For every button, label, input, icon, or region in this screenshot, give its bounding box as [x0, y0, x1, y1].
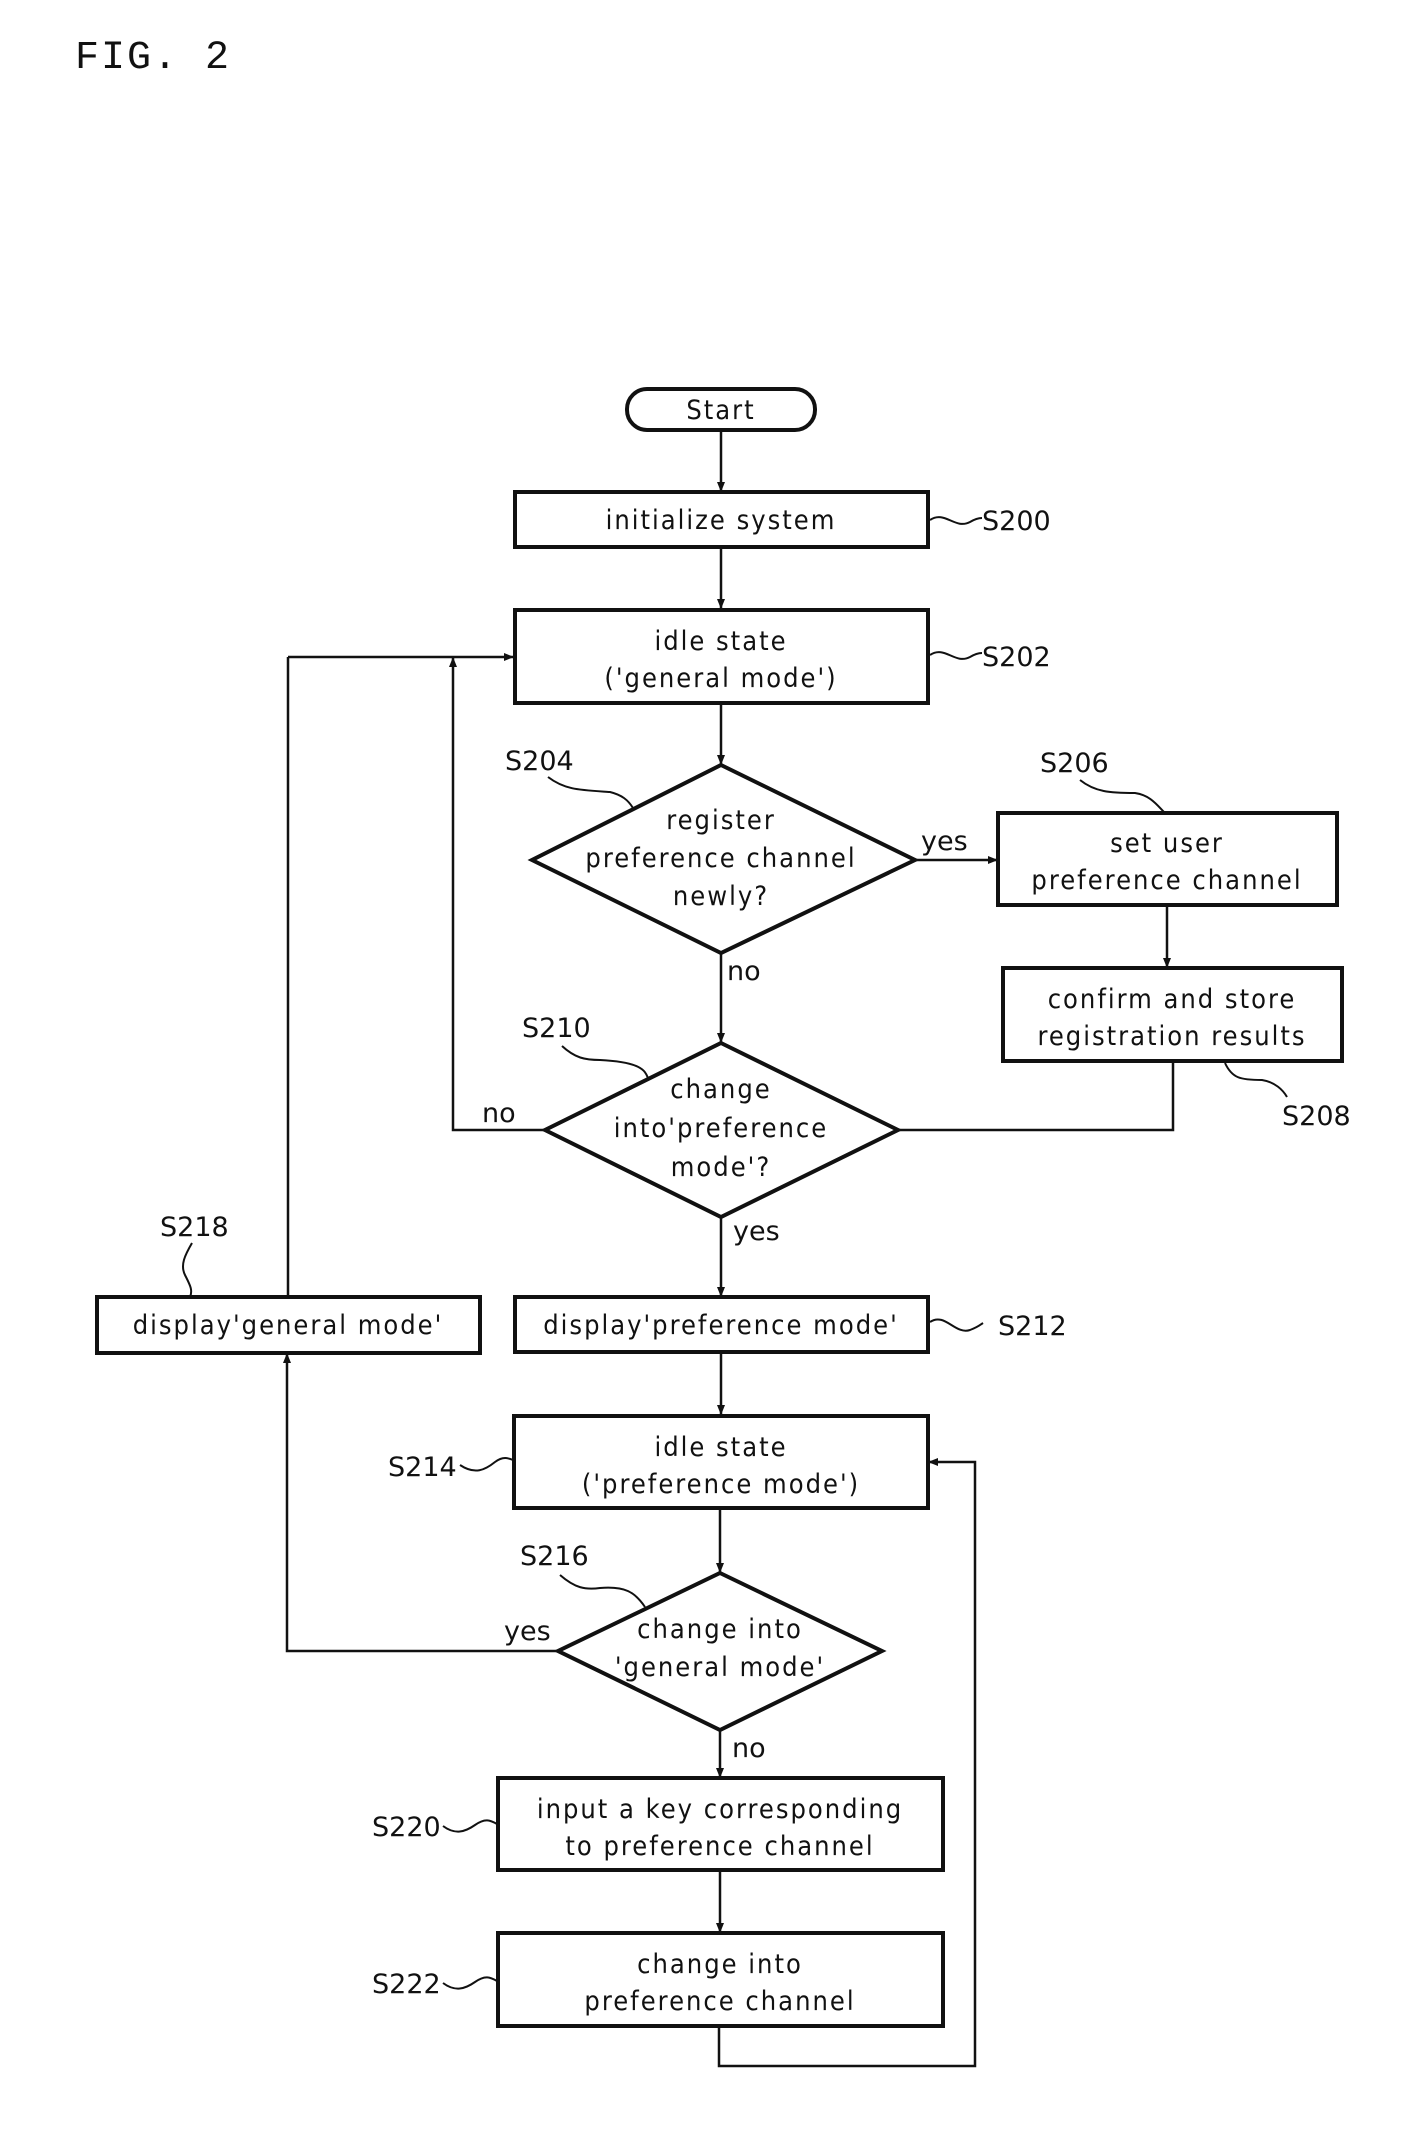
- step-s214-idle-preference: idle state ('preference mode') S214: [388, 1414, 930, 1510]
- step-s200-initialize-system: initialize system S200: [513, 490, 1051, 549]
- branch-yes-label: yes: [733, 1216, 780, 1247]
- ref-label-s202: S202: [982, 642, 1051, 673]
- step-s206-set-user-preference: set user preference channel S206: [996, 748, 1339, 907]
- ref-label-s222: S222: [372, 1969, 441, 2000]
- decision-s210-change-preference-mode: change into'preference mode'? S210 no ye…: [482, 1013, 903, 1247]
- step-text: ('general mode'): [604, 663, 837, 694]
- step-s220-input-key: input a key corresponding to preference …: [372, 1776, 945, 1872]
- decision-s204-register-newly: register preference channel newly? S204 …: [505, 746, 968, 987]
- leader-line: [561, 1045, 649, 1079]
- flowchart: Start initialize system S200 idle state …: [95, 387, 1351, 2068]
- branch-yes-label: yes: [504, 1616, 551, 1647]
- ref-label-s214: S214: [388, 1452, 457, 1483]
- step-s212-display-preference-mode: display'preference mode' S212: [513, 1295, 1067, 1354]
- step-text: initialize system: [606, 505, 837, 536]
- decision-text: into'preference: [614, 1113, 829, 1144]
- step-text: to preference channel: [565, 1831, 874, 1862]
- step-s202-idle-general: idle state ('general mode') S202: [513, 608, 1051, 705]
- start-label: Start: [686, 395, 755, 426]
- ref-label-s200: S200: [982, 506, 1051, 537]
- step-text: confirm and store: [1048, 984, 1297, 1015]
- step-text: ('preference mode'): [582, 1469, 860, 1500]
- leader-line: [547, 776, 634, 809]
- leader-line: [1079, 779, 1166, 814]
- leader-line: [182, 1242, 193, 1298]
- leader-line: [442, 1976, 498, 1990]
- leader-line: [929, 516, 983, 525]
- ref-label-s220: S220: [372, 1812, 441, 1843]
- step-text: preference channel: [1031, 865, 1302, 896]
- step-text: registration results: [1037, 1021, 1306, 1052]
- step-text: preference channel: [584, 1986, 855, 2017]
- line-s208-to-s210: [898, 1061, 1175, 1132]
- step-text: change into: [637, 1949, 803, 1980]
- step-s208-confirm-store: confirm and store registration results S…: [1001, 966, 1351, 1132]
- ref-label-s216: S216: [520, 1541, 589, 1572]
- ref-label-s218: S218: [160, 1212, 229, 1243]
- step-text: input a key corresponding: [537, 1794, 903, 1825]
- decision-text: change into: [637, 1614, 803, 1645]
- step-text: idle state: [654, 626, 787, 657]
- leader-line: [929, 651, 983, 660]
- leader-line: [459, 1457, 514, 1472]
- branch-yes-label: yes: [921, 826, 968, 857]
- decision-text: change: [670, 1074, 771, 1105]
- ref-label-s206: S206: [1040, 748, 1109, 779]
- leader-line: [559, 1574, 646, 1608]
- arrow-s210-no-to-s202: [449, 657, 545, 1132]
- step-text: idle state: [654, 1432, 787, 1463]
- step-text: set user: [1110, 828, 1224, 859]
- decision-text: mode'?: [671, 1152, 771, 1183]
- start-terminal: Start: [625, 387, 817, 432]
- ref-label-s210: S210: [522, 1013, 591, 1044]
- ref-label-s204: S204: [505, 746, 574, 777]
- decision-text: preference channel: [585, 843, 856, 874]
- leader-line: [1224, 1062, 1288, 1098]
- branch-no-label: no: [482, 1098, 516, 1129]
- decision-text: newly?: [673, 881, 769, 912]
- decision-text: register: [666, 805, 776, 836]
- ref-label-s208: S208: [1282, 1101, 1351, 1132]
- step-text: display'preference mode': [543, 1310, 899, 1341]
- branch-no-label: no: [727, 956, 761, 987]
- branch-no-label: no: [732, 1733, 766, 1764]
- leader-line: [929, 1318, 984, 1332]
- ref-label-s212: S212: [998, 1311, 1067, 1342]
- step-text: display'general mode': [133, 1310, 444, 1341]
- decision-text: 'general mode': [615, 1652, 825, 1683]
- decision-s216-change-general-mode: change into 'general mode' S216 yes no: [504, 1541, 887, 1764]
- step-s222-change-channel: change into preference channel S222: [372, 1931, 945, 2028]
- leader-line: [442, 1819, 498, 1833]
